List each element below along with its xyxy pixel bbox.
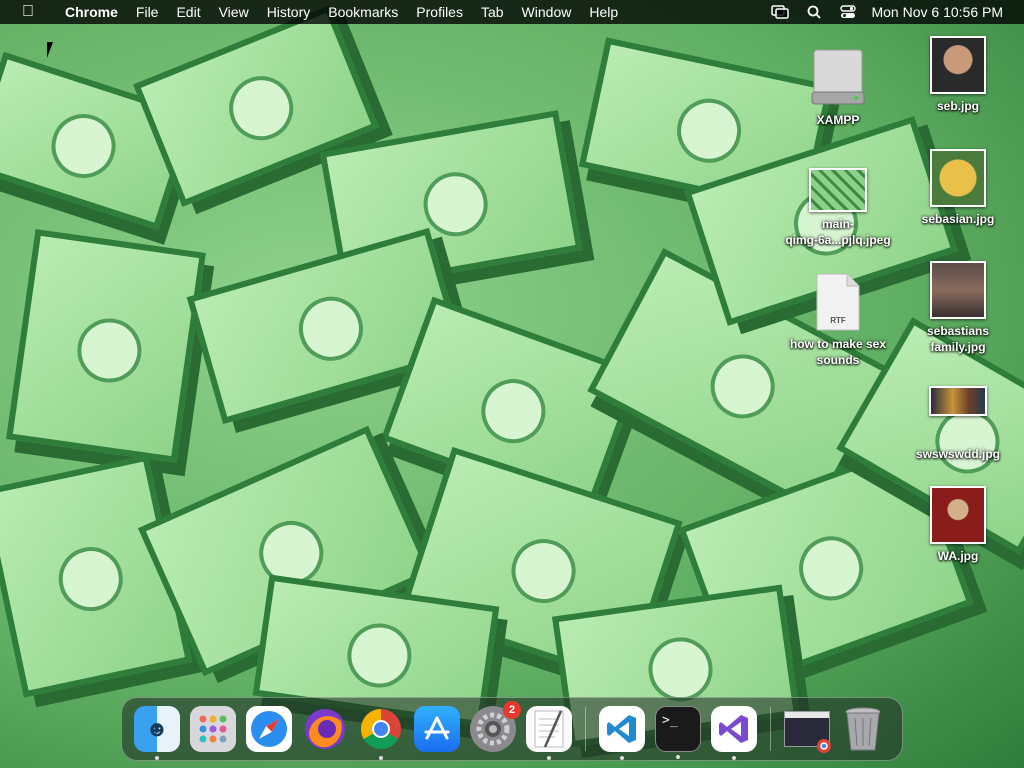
- dock-separator: [585, 707, 586, 751]
- finder-icon: ☻: [145, 716, 169, 741]
- chrome-badge-icon: [817, 739, 831, 753]
- desktop-icon-label: swswswdd.jpg: [915, 447, 1000, 461]
- dock-firefox[interactable]: [302, 706, 348, 752]
- photo-thumbnail-icon: [930, 149, 986, 207]
- desktop-icon-label: sebasian.jpg: [921, 212, 995, 226]
- mouse-pointer-icon: [47, 42, 59, 58]
- menubar-clock[interactable]: Mon Nov 6 10:56 PM: [865, 0, 1012, 24]
- desktop-icon-label: sebastians family.jpg: [926, 324, 990, 354]
- menu-file[interactable]: File: [127, 0, 168, 24]
- desktop-icon-rtf-document[interactable]: RTF how to make sex sounds: [783, 272, 893, 368]
- desktop-icon-swswswdd[interactable]: swswswdd.jpg: [903, 386, 1013, 462]
- desktop-icon-label: main- qimg-6a...pjlq.jpeg: [785, 217, 891, 247]
- desktop-icon-wa[interactable]: WA.jpg: [903, 486, 1013, 564]
- textedit-icon: [534, 710, 564, 748]
- safari-compass-icon: [251, 711, 287, 747]
- image-thumbnail-icon: [809, 168, 867, 212]
- running-indicator: [676, 755, 680, 759]
- desktop-icon-label: WA.jpg: [937, 549, 979, 563]
- terminal-icon: >_: [662, 713, 678, 728]
- visual-studio-icon: [719, 715, 748, 743]
- menu-bar:  Chrome File Edit View History Bookmark…: [0, 0, 1024, 24]
- dock-vscode[interactable]: [599, 706, 645, 760]
- dock-safari[interactable]: [246, 706, 292, 752]
- desktop-icon-main-qimg[interactable]: main- qimg-6a...pjlq.jpeg: [783, 168, 893, 248]
- desktop-icon-sebastians-family[interactable]: sebastians family.jpg: [903, 261, 1013, 355]
- photo-thumbnail-icon: [929, 386, 987, 416]
- drive-icon: [810, 48, 866, 108]
- dock-system-settings[interactable]: 2: [470, 701, 521, 752]
- control-center-icon[interactable]: [831, 5, 865, 19]
- spotlight-search-icon[interactable]: [797, 5, 831, 19]
- rtf-document-icon: RTF: [815, 272, 861, 332]
- menu-view[interactable]: View: [210, 0, 258, 24]
- running-indicator: [732, 756, 736, 760]
- photo-thumbnail-icon: [930, 261, 986, 319]
- menu-profiles[interactable]: Profiles: [407, 0, 472, 24]
- running-indicator: [620, 756, 624, 760]
- dock-visual-studio[interactable]: [711, 706, 757, 760]
- dock-terminal[interactable]: >_: [655, 706, 701, 759]
- rtf-badge: RTF: [830, 316, 846, 325]
- vscode-icon: [607, 715, 636, 743]
- photo-thumbnail-icon: [930, 36, 986, 94]
- apple-menu-icon[interactable]: : [0, 0, 56, 24]
- firefox-icon: [305, 709, 345, 749]
- dock-finder[interactable]: ☻: [134, 706, 180, 760]
- dock-app-store[interactable]: [414, 706, 460, 752]
- menu-bookmarks[interactable]: Bookmarks: [319, 0, 407, 24]
- menu-history[interactable]: History: [258, 0, 320, 24]
- desktop-icon-label: how to make sex sounds: [789, 337, 887, 367]
- dock-launchpad[interactable]: [190, 706, 236, 752]
- desktop-icon-label: seb.jpg: [936, 99, 979, 113]
- dock: ☻ 2 >_: [121, 697, 903, 761]
- menu-app-name[interactable]: Chrome: [56, 0, 127, 24]
- dock-textedit[interactable]: [526, 706, 572, 760]
- menu-tab[interactable]: Tab: [472, 0, 513, 24]
- dock-separator: [770, 707, 771, 751]
- dock-trash[interactable]: [840, 706, 886, 752]
- running-indicator: [155, 756, 159, 760]
- notification-badge: 2: [503, 701, 521, 719]
- desktop-icon-sebasian[interactable]: sebasian.jpg: [903, 149, 1013, 227]
- chrome-icon: [361, 709, 401, 749]
- dock-recent-chrome-window[interactable]: [784, 706, 831, 753]
- menu-window[interactable]: Window: [513, 0, 581, 24]
- menu-help[interactable]: Help: [580, 0, 627, 24]
- running-indicator: [379, 756, 383, 760]
- running-indicator: [547, 756, 551, 760]
- app-store-icon: [424, 716, 450, 740]
- menu-edit[interactable]: Edit: [167, 0, 209, 24]
- dock-chrome[interactable]: [358, 706, 404, 760]
- desktop-icon-seb[interactable]: seb.jpg: [903, 36, 1013, 114]
- trash-icon: [845, 707, 881, 751]
- photo-thumbnail-icon: [930, 486, 986, 544]
- desktop-icon-xampp[interactable]: XAMPP: [783, 48, 893, 128]
- desktop-icon-label: XAMPP: [816, 113, 860, 127]
- launchpad-icon: [199, 715, 227, 743]
- screen-mirroring-icon[interactable]: [763, 5, 797, 19]
